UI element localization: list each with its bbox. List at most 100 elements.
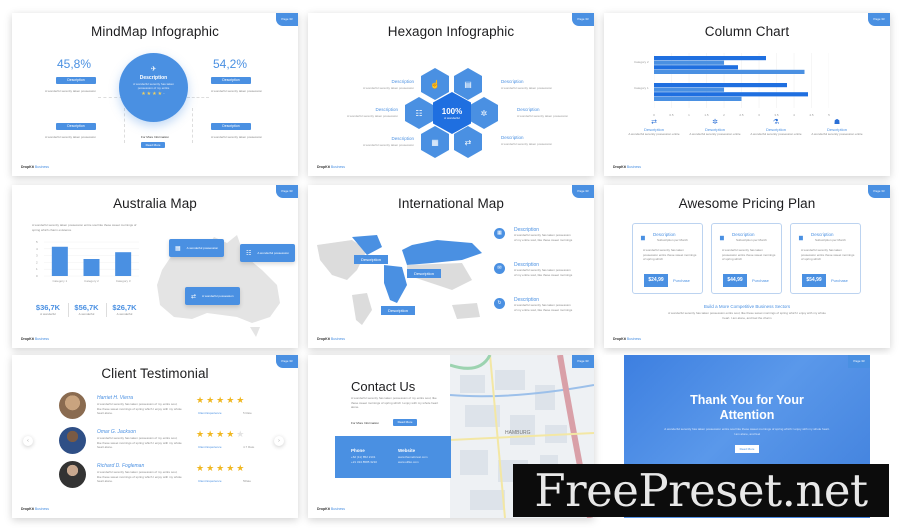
rating-label: 5Rate [243,479,252,483]
x-tick-label: 1 [688,113,690,117]
avatar [59,427,86,454]
rating-stars: ★★★★· [141,91,166,97]
hex-item-text: A wonderful serenity taken possession [362,143,414,147]
x-tick-label: 5 [828,113,830,117]
hex-item-label: Description [391,79,414,84]
footer-logo: DropKit Business [317,337,346,341]
chart-icon: ▤ [454,68,482,100]
chart-icon: ⚗ [772,119,780,126]
thank-you-text: A wonderful serenity has taken possessio… [664,427,830,436]
stat-item: $56,7K A wonderful [68,303,104,317]
briefcase-icon: ▆ [720,235,724,241]
website-link[interactable]: www.themeforest.com [398,455,428,459]
y-tick-label: 5 [36,240,38,244]
read-more-button[interactable]: Read More [393,419,417,426]
hex-item-text: A wonderful serenity taken possession [501,86,553,90]
page-badge: Page 33 [868,13,890,26]
x-tick-label: 0 [653,113,655,117]
read-more-button[interactable]: Read More [735,445,759,453]
slide-australia-map[interactable]: Australia Map Page 33 A wonderful sereni… [12,185,298,348]
website-link[interactable]: www.uifiko.com [398,460,419,464]
desc-label: Description [56,77,96,84]
prev-arrow-button[interactable]: ‹ [23,436,33,446]
hex-item-label: Description [391,136,414,141]
page-badge: Page 33 [572,355,594,368]
phone-label: Phone [351,448,365,453]
stat-item: $36,7K A wonderful [35,303,61,316]
desc-label: Description [211,77,251,84]
calendar-icon: ▦ [175,245,181,252]
slide-client-testimonial[interactable]: Client Testimonial Page 33 ‹ › Harriet H… [12,355,298,518]
hand-pointer-icon: ☝ [421,68,449,100]
feature-item: ⇄ Description A wonderful serenity possess… [624,118,684,137]
slide-pricing-plan[interactable]: Awesome Pricing Plan Page 33 ▆ Descripti… [604,185,890,348]
connector-line [187,97,209,98]
handshake-icon: ⇄ [454,126,482,158]
hex-item-text: A wonderful serenity taken possession [517,114,569,118]
purchase-link[interactable]: Purchase [831,278,848,283]
x-tick-label: Category 1 [52,279,67,283]
slide-hexagon[interactable]: Hexagon Infographic Page 33 ☝ ▤ ☷ ✲ ▦ ⇄ … [308,13,594,176]
y-tick-label: 2 [36,260,38,264]
desc-text: A wonderful serenity taken possession [211,135,263,139]
bar [654,87,724,92]
next-arrow-button[interactable]: › [274,436,284,446]
phone-number: +62 (11) 852 2101 [351,455,376,459]
map-callout: ▦ A wonderful possession [169,239,225,257]
footer-logo: DropKit Business [613,337,642,341]
rating-label: 4.7 Rate [243,445,255,449]
footer-logo: DropKit Business [21,165,50,169]
price-button[interactable]: $44,99 [723,274,747,287]
bar [83,259,100,276]
hex-item-text: A wonderful serenity taken possession [346,114,398,118]
desc-text: A wonderful serenity taken possession [44,135,96,139]
x-tick-label: 0.5 [669,113,674,117]
slide-mindmap[interactable]: MindMap Infographic Page 33 45,8% 54,2% … [12,13,298,176]
slide-column-chart[interactable]: Column Chart Page 33 Category 2 Category… [604,13,890,176]
map-callout: ☷ A wonderful possession [240,244,295,262]
experience-label: Client Experience [198,411,222,415]
bar [654,60,724,65]
slide-title: International Map [397,196,504,211]
intro-text: A wonderful serenity taken possession en… [32,223,137,232]
slide-title: Contact Us [351,379,416,394]
page-badge: Page 33 [276,185,298,198]
hex-item-label: Description [501,79,524,84]
client-quote: A wonderful serenity has taken possessio… [97,402,182,415]
slide-international-map[interactable]: International Map Page 33 Description De… [308,185,594,348]
bar [115,252,132,276]
bar-chart: 0 1 2 3 4 5 Category 1 Category 2 Category 3 [36,240,139,283]
x-tick-label: 2.5 [739,113,744,117]
hexagon-cluster: ☝ ▤ ☷ ✲ ▦ ⇄ 100% A wonderful [403,53,503,158]
right-percentage: 54,2% [213,57,248,71]
tagline: Build a More Competitive Business Sector… [703,304,791,309]
bar [654,56,766,61]
client-name: Omar G. Jackson [97,429,136,435]
slide-title: MindMap Infographic [91,24,219,39]
x-tick-label: 3 [758,113,760,117]
page-badge: Page 33 [868,185,890,198]
center-value: 100% [441,106,463,116]
feature-item: ☗ Description A wonderful serenity possess… [807,118,867,137]
rating-stars: ★★★★★ [196,429,247,439]
team-icon: ☗ [833,119,841,126]
thank-you-title: Thank You for Your Attention [690,393,804,422]
users-icon: ☷ [246,250,252,257]
price-button[interactable]: $54,99 [802,274,826,287]
bar [51,246,68,276]
purchase-link[interactable]: Purchase [673,278,690,283]
refresh-icon: ↻ [494,298,505,309]
avatar [59,392,86,419]
read-more-button[interactable]: Read More [141,142,165,148]
price-button[interactable]: $24,99 [644,274,668,287]
y-tick-label: 0 [36,274,38,278]
x-tick-label: 2 [723,113,725,117]
rocket-icon: ✈ [150,66,157,73]
network-icon: ✲ [712,119,718,126]
watermark-banner: FreePreset.net [513,464,889,517]
map-city-label: HAMBURG [505,430,531,436]
slide-title: Awesome Pricing Plan [678,196,816,211]
pricing-card: ▆ Description Subscription per Month A w… [790,223,861,294]
purchase-link[interactable]: Purchase [752,278,769,283]
contact-box: Phone +62 (11) 852 2101 +21 324 8585 321… [335,436,451,478]
